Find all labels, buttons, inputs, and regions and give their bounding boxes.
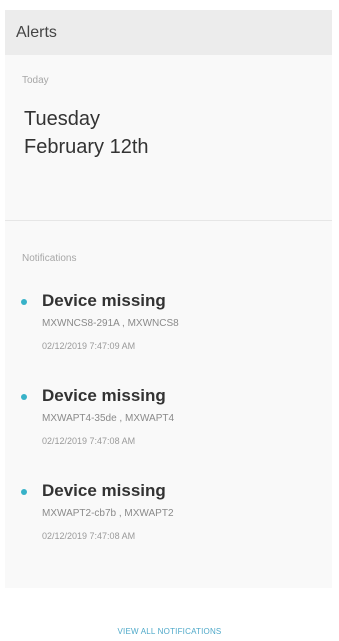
current-day: Tuesday: [24, 108, 100, 130]
unread-dot-icon: [21, 299, 27, 305]
alerts-panel: Alerts Today Tuesday February 12th Notif…: [5, 10, 332, 588]
notification-item[interactable]: Device missing MXWAPT2-cb7b , MXWAPT2 02…: [21, 481, 332, 576]
notifications-section-label: Notifications: [22, 253, 77, 264]
unread-dot-icon: [21, 394, 27, 400]
notification-title: Device missing: [42, 481, 166, 500]
alerts-title: Alerts: [16, 23, 57, 41]
notification-title: Device missing: [42, 386, 166, 405]
notification-devices: MXWAPT4-35de , MXWAPT4: [42, 413, 175, 424]
notification-devices: MXWNCS8-291A , MXWNCS8: [42, 318, 179, 329]
alerts-header: Alerts: [5, 10, 332, 55]
unread-dot-icon: [21, 489, 27, 495]
notification-devices: MXWAPT2-cb7b , MXWAPT2: [42, 508, 174, 519]
view-all-notifications-link[interactable]: VIEW ALL NOTIFICATIONS: [0, 627, 339, 636]
current-date-text: February 12th: [24, 136, 149, 158]
notification-timestamp: 02/12/2019 7:47:08 AM: [42, 436, 136, 446]
notification-title: Device missing: [42, 291, 166, 310]
notification-item[interactable]: Device missing MXWNCS8-291A , MXWNCS8 02…: [21, 291, 332, 386]
notification-item[interactable]: Device missing MXWAPT4-35de , MXWAPT4 02…: [21, 386, 332, 481]
notification-timestamp: 02/12/2019 7:47:08 AM: [42, 531, 136, 541]
notification-timestamp: 02/12/2019 7:47:09 AM: [42, 341, 136, 351]
today-section-label: Today: [22, 75, 49, 86]
notification-list: Device missing MXWNCS8-291A , MXWNCS8 02…: [5, 291, 332, 576]
current-date: Tuesday February 12th: [5, 93, 332, 221]
